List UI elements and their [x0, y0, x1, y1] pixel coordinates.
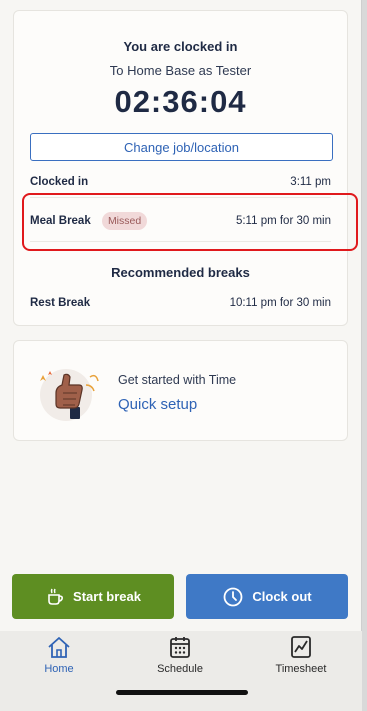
clocked-in-title: You are clocked in — [123, 39, 238, 54]
thumbs-up-icon — [26, 363, 106, 423]
recommended-breaks-title: Recommended breaks — [111, 265, 250, 280]
meal-break-label: Meal Break — [30, 215, 91, 227]
rest-break-time: 10:11 pm for 30 min — [229, 297, 331, 309]
divider — [30, 197, 331, 198]
meal-break-label-group: Meal Break Missed — [30, 212, 148, 230]
calendar-icon — [135, 633, 225, 659]
app-screen: You are clocked in To Home Base as Teste… — [0, 0, 362, 711]
clock-out-label: Clock out — [252, 589, 312, 604]
rest-break-row[interactable]: Rest Break 10:11 pm for 30 min — [30, 295, 331, 311]
clocked-in-label: Clocked in — [30, 176, 89, 188]
missed-badge: Missed — [101, 212, 148, 230]
home-indicator — [116, 690, 248, 695]
clocked-in-subtitle: To Home Base as Tester — [109, 63, 252, 78]
meal-break-time: 5:11 pm for 30 min — [235, 215, 331, 227]
tab-home[interactable]: Home — [14, 633, 104, 675]
change-job-location-button[interactable]: Change job/location — [30, 133, 333, 161]
tab-timesheet[interactable]: Timesheet — [256, 633, 346, 675]
meal-break-row[interactable]: Meal Break Missed 5:11 pm for 30 min — [30, 210, 331, 232]
chart-icon — [256, 633, 346, 659]
coffee-cup-icon — [45, 587, 65, 607]
setup-description: Get started with Time — [118, 373, 237, 387]
elapsed-timer: 02:36:04 — [114, 84, 247, 119]
quick-setup-card[interactable]: Get started with Time Quick setup — [13, 340, 348, 441]
home-icon — [14, 633, 104, 659]
clock-status-card: You are clocked in To Home Base as Teste… — [13, 10, 348, 326]
divider — [30, 241, 331, 242]
quick-setup-link[interactable]: Quick setup — [118, 396, 197, 413]
start-break-button[interactable]: Start break — [12, 574, 174, 619]
clocked-in-row: Clocked in 3:11 pm — [30, 174, 331, 190]
clocked-in-time: 3:11 pm — [290, 176, 331, 188]
rest-break-label: Rest Break — [30, 297, 91, 309]
bottom-tab-bar: Home Schedule Timesheet — [0, 631, 362, 711]
clock-out-button[interactable]: Clock out — [186, 574, 348, 619]
tab-timesheet-label: Timesheet — [275, 663, 327, 675]
tab-schedule[interactable]: Schedule — [135, 633, 225, 675]
clock-icon — [222, 586, 244, 608]
tab-schedule-label: Schedule — [157, 663, 203, 675]
tab-home-label: Home — [44, 663, 74, 675]
start-break-label: Start break — [73, 589, 141, 604]
